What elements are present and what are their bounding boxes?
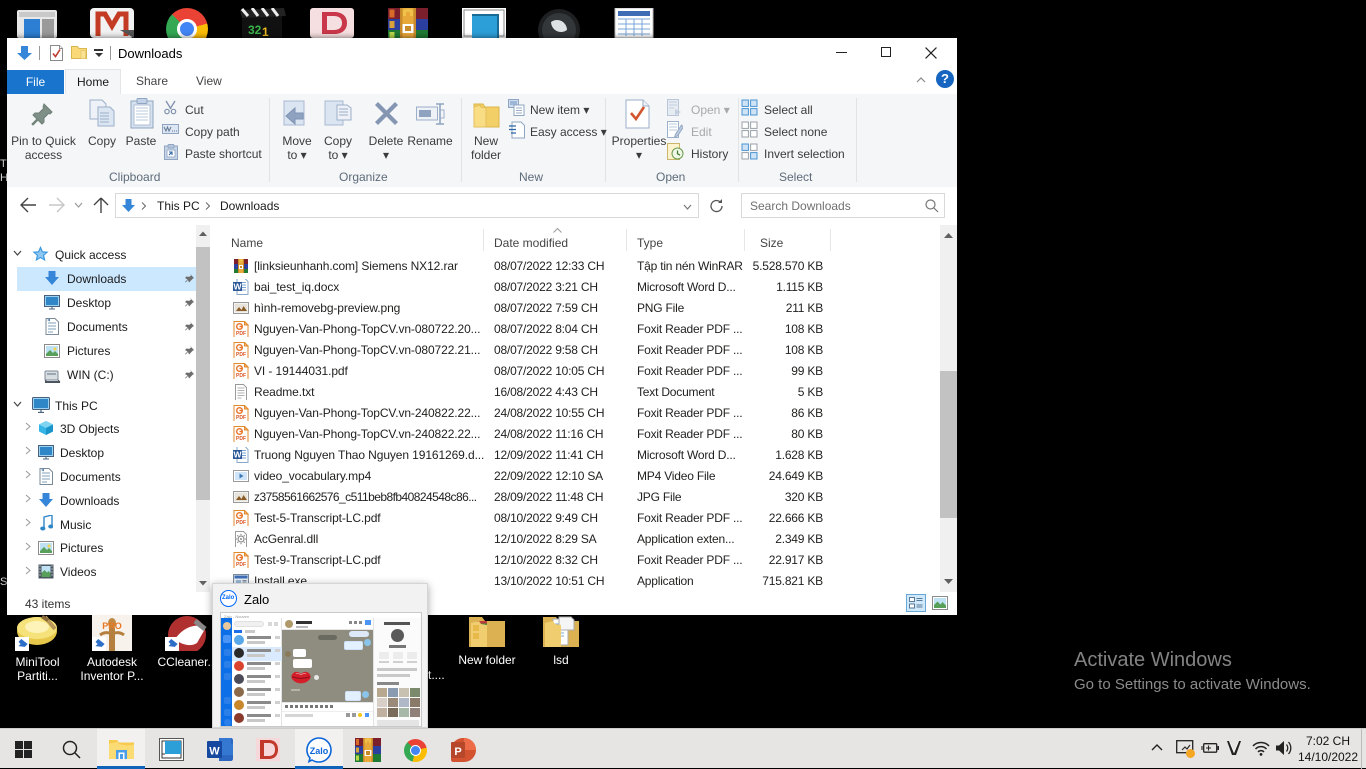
svg-text:P: P bbox=[454, 746, 461, 758]
svg-text:Zalo: Zalo bbox=[310, 746, 329, 756]
svg-text:PDF: PDF bbox=[236, 415, 246, 421]
svg-text:PDF: PDF bbox=[236, 562, 246, 568]
svg-text:PDF: PDF bbox=[236, 373, 246, 379]
svg-text:W: W bbox=[209, 746, 220, 758]
svg-text:1: 1 bbox=[262, 25, 269, 38]
svg-text:PDF: PDF bbox=[236, 352, 246, 358]
svg-text:PDF: PDF bbox=[236, 331, 246, 337]
svg-text:W: W bbox=[233, 282, 242, 292]
svg-text:32: 32 bbox=[248, 23, 262, 37]
svg-text:PDF: PDF bbox=[236, 520, 246, 526]
svg-text:PDF: PDF bbox=[236, 436, 246, 442]
svg-text:PRO: PRO bbox=[102, 621, 122, 631]
svg-text:W: W bbox=[233, 450, 242, 460]
